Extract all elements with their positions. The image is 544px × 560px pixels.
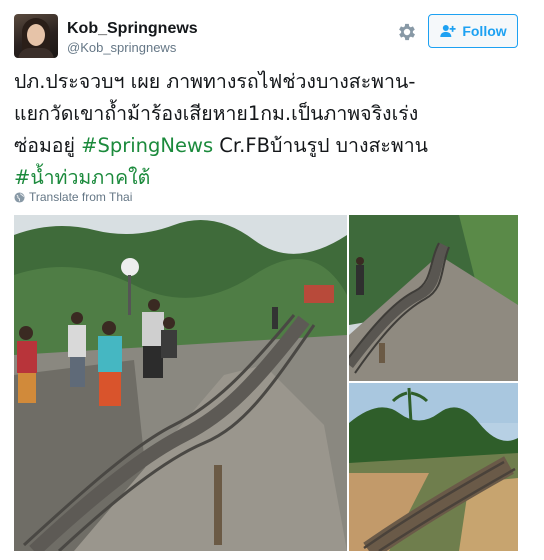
tweet-text-segment: Cr.FBบ้านรูป บางสะพาน [213,134,429,157]
tweet-text: ปภ.ประจวบฯ เผย ภาพทางรถไฟช่วงบางสะพาน- แ… [14,66,530,194]
hashtag-link[interactable]: #น้ำท่วมภาคใต้ [14,166,150,189]
photo-bottom-right[interactable] [349,383,518,551]
gear-icon[interactable] [396,21,418,43]
tweet-text-line-3: ซ่อมอยู่ #SpringNews Cr.FBบ้านรูป บางสะพ… [14,130,530,162]
photo-main[interactable] [14,215,347,551]
photo-top-right[interactable] [349,215,518,381]
globe-icon [14,191,25,203]
avatar[interactable] [14,14,58,58]
translate-link[interactable]: Translate from Thai [14,190,132,204]
tweet-text-line-1: ปภ.ประจวบฯ เผย ภาพทางรถไฟช่วงบางสะพาน- [14,70,416,93]
author-handle[interactable]: @Kob_springnews [67,40,176,55]
author-display-name[interactable]: Kob_Springnews [67,20,198,38]
tweet-text-line-2: แยกวัดเขาถ้ำม้าร้องเสียหาย1กม.เป็นภาพจริ… [14,102,419,125]
hashtag-link[interactable]: #SpringNews [81,134,213,157]
tweet-text-segment: ซ่อมอยู่ [14,134,82,157]
add-user-icon [440,25,456,37]
follow-label: Follow [462,23,507,39]
follow-button[interactable]: Follow [428,14,518,48]
media-grid [14,215,518,551]
translate-label: Translate from Thai [29,190,133,204]
tweet-header: Kob_Springnews @Kob_springnews Follow [0,0,544,64]
